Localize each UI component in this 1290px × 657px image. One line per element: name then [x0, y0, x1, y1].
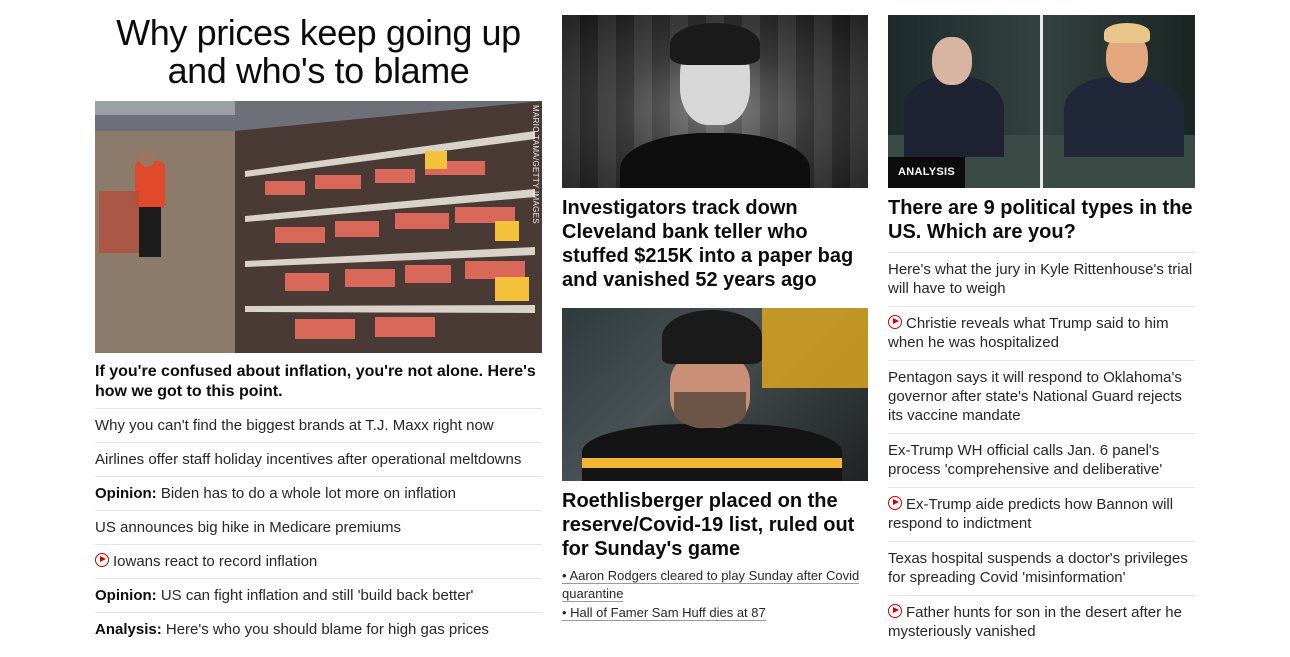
link-text: Christie reveals what Trump said to him …	[888, 315, 1169, 351]
list-item[interactable]: Ex-Trump WH official calls Jan. 6 panel'…	[888, 433, 1195, 487]
roethlisberger-photo[interactable]	[562, 308, 868, 481]
photo-face-left	[932, 37, 972, 85]
story-headline[interactable]: Investigators track down Cleveland bank …	[562, 196, 868, 292]
photo-speaker-right	[1064, 77, 1184, 157]
photo-divider	[1040, 15, 1043, 188]
play-video-icon	[95, 553, 109, 567]
photo-hair	[670, 23, 760, 65]
political-types-photo[interactable]: ANALYSIS	[888, 15, 1195, 188]
link-text: US announces big hike in Medicare premiu…	[95, 519, 401, 536]
photo-jersey	[582, 424, 842, 481]
list-item[interactable]: Why you can't find the biggest brands at…	[95, 408, 542, 442]
list-item[interactable]: Airlines offer staff holiday incentives …	[95, 442, 542, 476]
link-text: Biden has to do a whole lot more on infl…	[160, 485, 457, 502]
middle-column: Investigators track down Cleveland bank …	[562, 0, 868, 623]
link-text: Iowans react to record inflation	[113, 553, 318, 570]
link-text: Ex-Trump aide predicts how Bannon will r…	[888, 496, 1174, 532]
kicker: Analysis:	[95, 621, 162, 638]
link-text: Here's who you should blame for high gas…	[165, 621, 489, 638]
link-text: Here's what the jury in Kyle Rittenhouse…	[888, 261, 1193, 297]
photo-credit: MARIO TAMA/GETTY IMAGES	[531, 105, 540, 224]
photo-speaker-left	[904, 77, 1004, 157]
photo-cap	[662, 310, 762, 364]
link-text: Ex-Trump WH official calls Jan. 6 panel'…	[888, 442, 1163, 478]
link-text: • Hall of Famer Sam Huff dies at 87	[562, 605, 766, 621]
list-item[interactable]: Analysis: Here's who you should blame fo…	[95, 612, 542, 646]
link-text: Father hunts for son in the desert after…	[888, 604, 1182, 640]
lead-headline[interactable]: Why prices keep going up and who's to bl…	[95, 14, 542, 90]
list-item[interactable]: US announces big hike in Medicare premiu…	[95, 510, 542, 544]
related-links: • Aaron Rodgers cleared to play Sunday a…	[562, 567, 868, 622]
photo-shoulders	[620, 133, 810, 188]
play-video-icon	[888, 315, 902, 329]
link-text: Why you can't find the biggest brands at…	[95, 417, 494, 434]
hero-caption[interactable]: If you're confused about inflation, you'…	[95, 362, 542, 402]
list-item[interactable]: • Hall of Famer Sam Huff dies at 87	[562, 604, 868, 622]
list-item[interactable]: • Aaron Rodgers cleared to play Sunday a…	[562, 567, 868, 603]
list-item[interactable]: Here's what the jury in Kyle Rittenhouse…	[888, 252, 1195, 306]
photo-jersey-stripe	[582, 458, 842, 468]
link-text: Texas hospital suspends a doctor's privi…	[888, 550, 1188, 586]
left-link-list: Why you can't find the biggest brands at…	[95, 408, 542, 646]
right-column: ANALYSIS There are 9 political types in …	[888, 0, 1195, 649]
list-item[interactable]: Ex-Trump aide predicts how Bannon will r…	[888, 487, 1195, 541]
list-item[interactable]: Iowans react to record inflation	[95, 544, 542, 578]
supermarket-photo[interactable]: MARIO TAMA/GETTY IMAGES	[95, 101, 542, 353]
list-item[interactable]: Pentagon says it will respond to Oklahom…	[888, 360, 1195, 433]
list-item[interactable]: Opinion: US can fight inflation and stil…	[95, 578, 542, 612]
left-column: Why prices keep going up and who's to bl…	[95, 0, 542, 646]
photo-background	[762, 308, 868, 388]
analysis-badge: ANALYSIS	[888, 157, 966, 188]
link-text: Pentagon says it will respond to Oklahom…	[888, 369, 1182, 424]
story-headline[interactable]: There are 9 political types in the US. W…	[888, 196, 1195, 244]
list-item[interactable]: Christie reveals what Trump said to him …	[888, 306, 1195, 360]
play-video-icon	[888, 604, 902, 618]
link-text: • Aaron Rodgers cleared to play Sunday a…	[562, 568, 860, 602]
bank-teller-photo[interactable]	[562, 15, 868, 188]
kicker: Opinion:	[95, 587, 157, 604]
photo-hair-right	[1104, 23, 1150, 43]
list-item[interactable]: Texas hospital suspends a doctor's privi…	[888, 541, 1195, 595]
story-headline[interactable]: Roethlisberger placed on the reserve/Cov…	[562, 489, 868, 561]
list-item[interactable]: Father hunts for son in the desert after…	[888, 595, 1195, 649]
right-link-list: Here's what the jury in Kyle Rittenhouse…	[888, 252, 1195, 649]
photo-beard	[674, 392, 746, 428]
list-item[interactable]: Opinion: Biden has to do a whole lot mor…	[95, 476, 542, 510]
supermarket-illustration	[95, 101, 542, 353]
play-video-icon	[888, 496, 902, 510]
kicker: Opinion:	[95, 485, 157, 502]
link-text: US can fight inflation and still 'build …	[160, 587, 474, 604]
link-text: Airlines offer staff holiday incentives …	[95, 451, 522, 468]
